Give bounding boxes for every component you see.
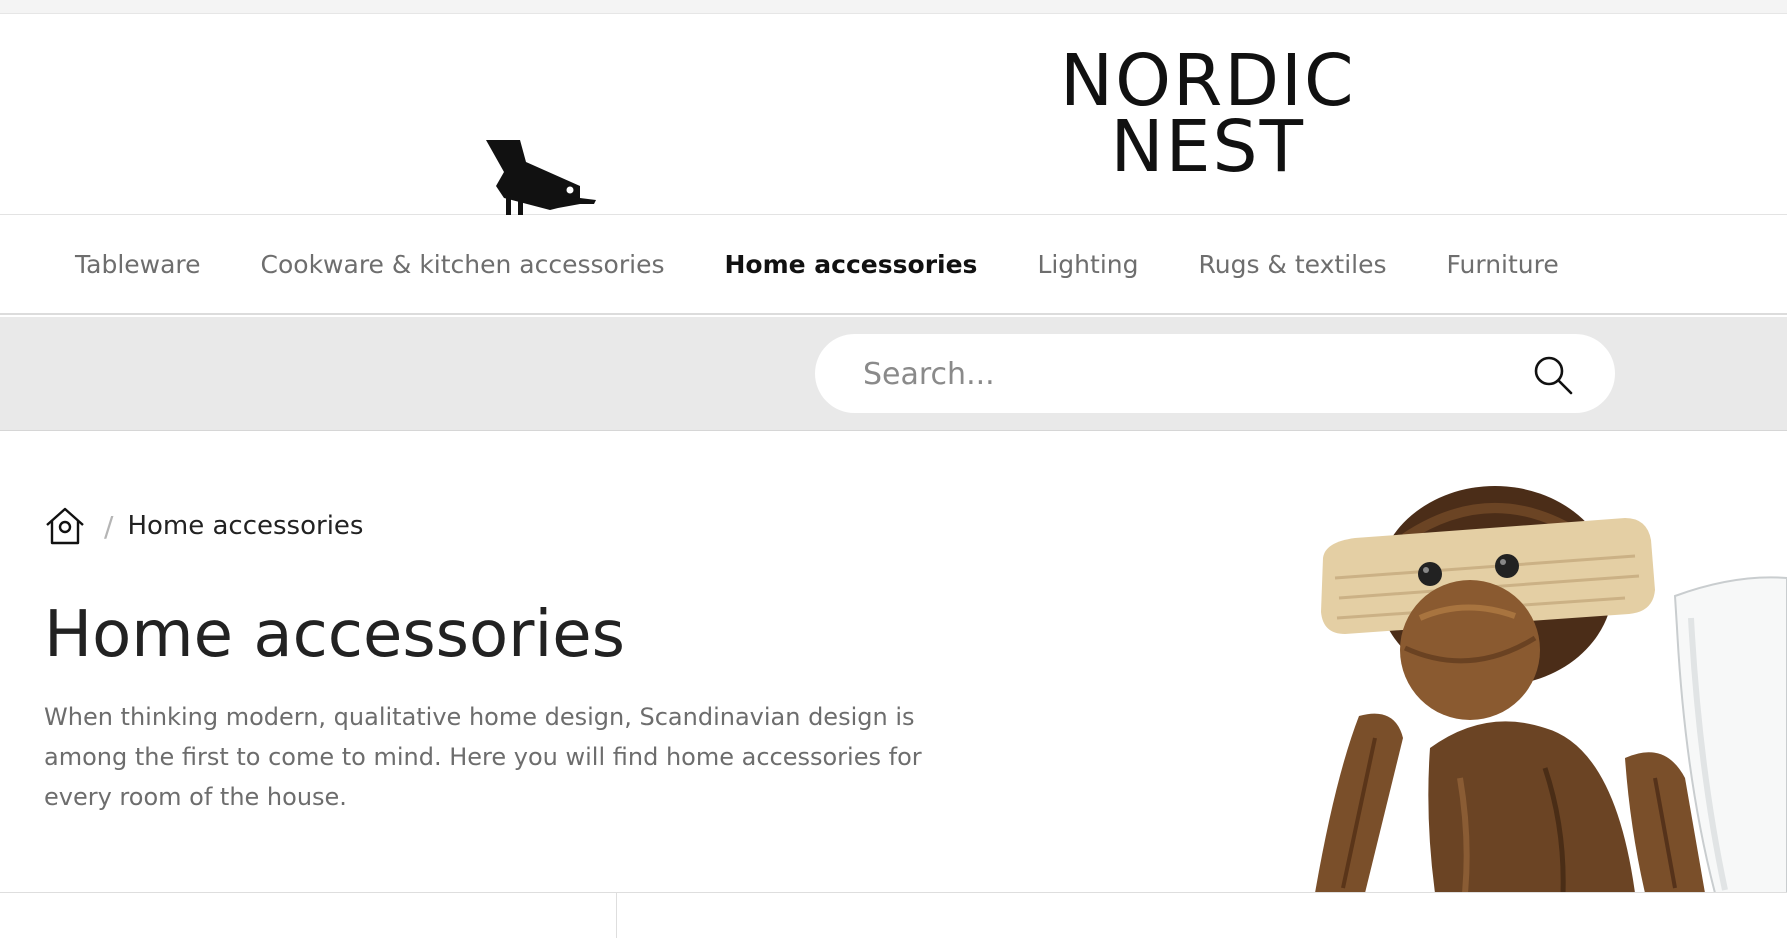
nav-item-rugs-textiles[interactable]: Rugs & textiles	[1169, 250, 1417, 279]
nav-item-home-accessories[interactable]: Home accessories	[694, 250, 1007, 279]
nordic-nest-logo[interactable]: NORDIC NEST	[1060, 45, 1356, 188]
wooden-monkey-hero-image	[1315, 486, 1787, 893]
nav-item-furniture[interactable]: Furniture	[1417, 250, 1589, 279]
column-divider	[616, 893, 617, 938]
nav-item-cookware[interactable]: Cookware & kitchen accessories	[231, 250, 695, 279]
breadcrumb-current: Home accessories	[127, 511, 364, 541]
page-description: When thinking modern, qualitative home d…	[44, 703, 922, 811]
page-title: Home accessories	[44, 598, 625, 672]
nav-item-tableware[interactable]: Tableware	[45, 250, 231, 279]
nav-item-lighting[interactable]: Lighting	[1007, 250, 1168, 279]
breadcrumb: / Home accessories	[44, 505, 363, 547]
section-divider	[0, 892, 1787, 893]
search-bar-band	[0, 317, 1787, 431]
breadcrumb-separator: /	[104, 509, 114, 543]
top-utility-bar	[0, 0, 1787, 14]
search-icon[interactable]	[1531, 353, 1575, 397]
search-box	[815, 334, 1615, 415]
logo-line-2: NEST	[1110, 105, 1305, 188]
site-header: NORDIC NEST	[0, 14, 1787, 228]
main-navigation: Tableware Cookware & kitchen accessories…	[0, 215, 1787, 315]
search-input[interactable]	[861, 334, 1505, 415]
home-icon[interactable]	[44, 505, 86, 547]
